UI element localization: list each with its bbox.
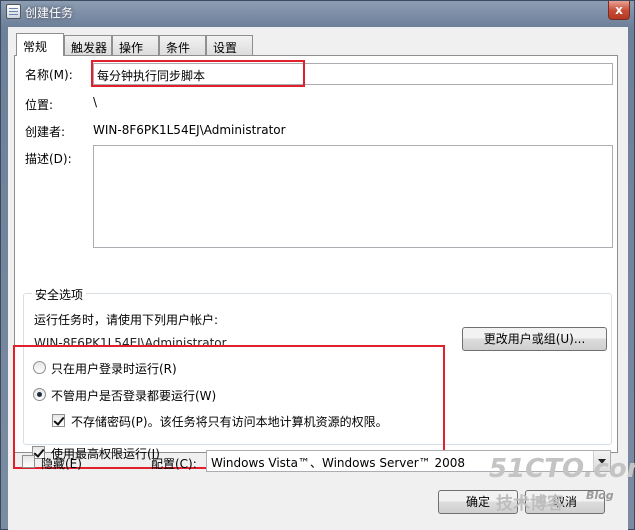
- security-group-title: 安全选项: [32, 286, 87, 303]
- location-value: \: [93, 95, 98, 109]
- window-title: 创建任务: [25, 6, 74, 20]
- close-button[interactable]: x: [608, 1, 630, 20]
- description-label: 描述(D):: [25, 152, 72, 166]
- tab-triggers[interactable]: 触发器: [64, 35, 112, 55]
- task-scheduler-icon: [6, 4, 21, 19]
- watermark-site: 51CTO.com: [489, 454, 635, 484]
- author-label: 创建者:: [25, 125, 66, 139]
- run-as-label: 运行任务时，请使用下列用户帐户:: [34, 313, 219, 327]
- tab-settings[interactable]: 设置: [206, 35, 253, 55]
- watermark-tagline: 技术博客: [496, 494, 564, 514]
- tab-actions[interactable]: 操作: [112, 35, 159, 55]
- change-user-button[interactable]: 更改用户或组(U)...: [462, 327, 607, 351]
- tab-conditions[interactable]: 条件: [159, 35, 206, 55]
- watermark-blog: Blog: [586, 489, 614, 502]
- description-textarea[interactable]: [93, 145, 613, 248]
- hidden-label[interactable]: 隐藏(E): [41, 455, 82, 472]
- hidden-checkbox[interactable]: [22, 455, 35, 468]
- configure-select-value: Windows Vista™、Windows Server™ 2008: [211, 456, 466, 470]
- tab-general[interactable]: 常规: [16, 33, 64, 56]
- title-bar[interactable]: 创建任务 x: [1, 1, 634, 23]
- general-tab-panel: 名称(M): 每分钟执行同步脚本 位置: \ 创建者: WIN-8F6PK1L5…: [13, 55, 618, 469]
- name-label: 名称(M):: [25, 68, 73, 82]
- location-label: 位置:: [25, 98, 54, 112]
- highlight-name-box: [91, 60, 305, 87]
- author-value: WIN-8F6PK1L54EJ\Administrator: [93, 123, 286, 137]
- dialog-window: 创建任务 x 常规 触发器 操作 条件 设置 名称(M): 每分钟执行同步脚本 …: [0, 0, 635, 530]
- configure-label: 配置(C):: [151, 457, 197, 471]
